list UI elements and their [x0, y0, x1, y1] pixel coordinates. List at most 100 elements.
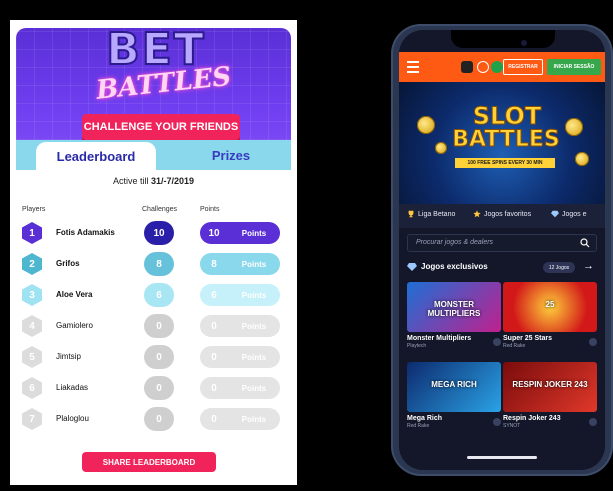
tab-bar: Leaderboard Prizes	[16, 140, 291, 170]
banner-title-battles: BATTLES	[452, 127, 561, 152]
game-title: Super 25 Stars	[503, 335, 553, 342]
points-value: 8	[211, 258, 217, 270]
game-thumbnail[interactable]: RESPIN JOKER 243	[503, 362, 597, 412]
points-value: 6	[211, 289, 217, 301]
nav-jogos-favoritos[interactable]: Jogos favoritos	[473, 210, 531, 218]
points-pill: 0 Points	[200, 346, 280, 368]
help-icon[interactable]	[477, 61, 489, 73]
points-pill: 8 Points	[200, 253, 280, 275]
rank-badge: 3	[22, 284, 42, 306]
game-title: Respin Joker 243	[503, 415, 561, 422]
points-label: Points	[241, 228, 267, 238]
leaderboard-row: 4 Gamiolero 0 0 Points	[10, 313, 297, 341]
game-provider: SYNOT	[503, 423, 521, 429]
game-provider: Red Rake	[503, 343, 526, 349]
points-label: Points	[241, 414, 267, 424]
player-name: Liakadas	[56, 383, 89, 392]
player-name: Fotis Adamakis	[56, 228, 115, 237]
leaderboard-row: 2 Grifos 8 8 Points	[10, 251, 297, 279]
home-indicator	[467, 456, 537, 459]
betano-logo-icon	[461, 61, 473, 73]
leaderboard-row: 7 Plaloglou 0 0 Points	[10, 406, 297, 434]
leaderboard-row: 6 Liakadas 0 0 Points	[10, 375, 297, 403]
register-button[interactable]: REGISTRAR	[503, 59, 543, 75]
game-title: Monster Multipliers	[407, 335, 472, 342]
quick-nav-bar: Liga Betano Jogos favoritos Jogos e	[399, 204, 605, 228]
info-icon[interactable]	[493, 418, 501, 426]
section-title: Jogos exclusivos	[421, 262, 488, 271]
points-label: Points	[241, 321, 267, 331]
rank-badge: 7	[22, 408, 42, 430]
search-input[interactable]: Procurar jogos & dealers	[407, 234, 597, 252]
game-title: Mega Rich	[407, 415, 443, 422]
points-pill: 0 Points	[200, 377, 280, 399]
game-card[interactable]: MEGA RICH Mega Rich Red Rake	[407, 362, 501, 429]
player-name: Aloe Vera	[56, 290, 93, 299]
game-thumbnail-title: RESPIN JOKER 243	[512, 380, 588, 389]
player-name: Plaloglou	[56, 414, 89, 423]
points-value: 0	[211, 320, 217, 332]
active-till-label: Active till	[112, 176, 149, 186]
points-label: Points	[241, 352, 267, 362]
app-header: REGISTRAR INICIAR SESSÃO	[399, 52, 605, 82]
login-button[interactable]: INICIAR SESSÃO	[547, 59, 601, 75]
coin-icon	[575, 152, 589, 166]
share-leaderboard-button[interactable]: SHARE LEADERBOARD	[82, 452, 216, 472]
game-thumbnail-title: 25	[545, 300, 555, 309]
leaderboard-row: 5 Jimtsip 0 0 Points	[10, 344, 297, 372]
points-value: 0	[211, 382, 217, 394]
nav-label: Jogos e	[562, 210, 587, 218]
screenshot-root: BET BATTLES CHALLENGE YOUR FRIENDS Leade…	[0, 0, 613, 491]
game-thumbnail[interactable]: MONSTER MULTIPLIERS	[407, 282, 501, 332]
phone-notch	[451, 30, 555, 48]
search-placeholder: Procurar jogos & dealers	[416, 239, 494, 246]
info-icon[interactable]	[589, 418, 597, 426]
tab-prizes[interactable]: Prizes	[186, 140, 276, 170]
info-icon[interactable]	[589, 338, 597, 346]
challenges-count: 0	[144, 345, 174, 369]
search-icon[interactable]	[580, 238, 590, 248]
challenge-friends-button[interactable]: CHALLENGE YOUR FRIENDS	[82, 114, 240, 140]
game-thumbnail[interactable]: 25	[503, 282, 597, 332]
points-value: 10	[208, 227, 220, 239]
points-label: Points	[241, 290, 267, 300]
info-icon[interactable]	[493, 338, 501, 346]
game-card[interactable]: RESPIN JOKER 243 Respin Joker 243 SYNOT	[503, 362, 597, 429]
language-flag-icon[interactable]	[491, 61, 503, 73]
game-thumbnail[interactable]: MEGA RICH	[407, 362, 501, 412]
rank-badge: 2	[22, 253, 42, 275]
challenges-count: 6	[144, 283, 174, 307]
banner-tagline: 100 FREE SPINS EVERY 30 MIN	[455, 158, 555, 168]
coin-icon	[435, 142, 447, 154]
active-till: Active till 31/-7/2019	[16, 176, 291, 186]
games-count-badge: 12 Jogos	[543, 262, 575, 273]
game-card[interactable]: MONSTER MULTIPLIERS Monster Multipliers Pl…	[407, 282, 501, 349]
nav-jogos-e[interactable]: Jogos e	[551, 210, 587, 218]
points-label: Points	[241, 383, 267, 393]
leaderboard-row: 1 Fotis Adamakis 10 10 Points	[10, 220, 297, 248]
arrow-right-icon[interactable]: →	[583, 260, 594, 272]
player-name: Gamiolero	[56, 321, 93, 330]
phone-mockup: REGISTRAR INICIAR SESSÃO SLOT BATTLES 10…	[391, 24, 613, 476]
nav-label: Jogos favoritos	[484, 210, 532, 218]
points-label: Points	[241, 259, 267, 269]
points-value: 0	[211, 413, 217, 425]
rank-badge: 6	[22, 377, 42, 399]
challenges-count: 0	[144, 407, 174, 431]
hero-banner: BET BATTLES CHALLENGE YOUR FRIENDS	[16, 27, 291, 158]
menu-icon[interactable]	[407, 61, 419, 73]
game-thumbnail-title: MONSTER MULTIPLIERS	[427, 300, 481, 318]
points-pill: 10 Points	[200, 222, 280, 244]
nav-liga-betano[interactable]: Liga Betano	[407, 210, 455, 218]
camera-dot	[521, 40, 527, 46]
column-challenges: Challenges	[142, 206, 178, 213]
column-points: Points	[200, 206, 220, 213]
points-value: 0	[211, 351, 217, 363]
tab-leaderboard[interactable]: Leaderboard	[36, 142, 156, 170]
rank-badge: 4	[22, 315, 42, 337]
slot-battles-banner[interactable]: SLOT BATTLES 100 FREE SPINS EVERY 30 MIN	[399, 82, 605, 204]
challenges-count: 10	[144, 221, 174, 245]
trophy-icon	[408, 210, 414, 218]
game-card[interactable]: 25 Super 25 Stars Red Rake	[503, 282, 597, 349]
points-pill: 0 Points	[200, 408, 280, 430]
